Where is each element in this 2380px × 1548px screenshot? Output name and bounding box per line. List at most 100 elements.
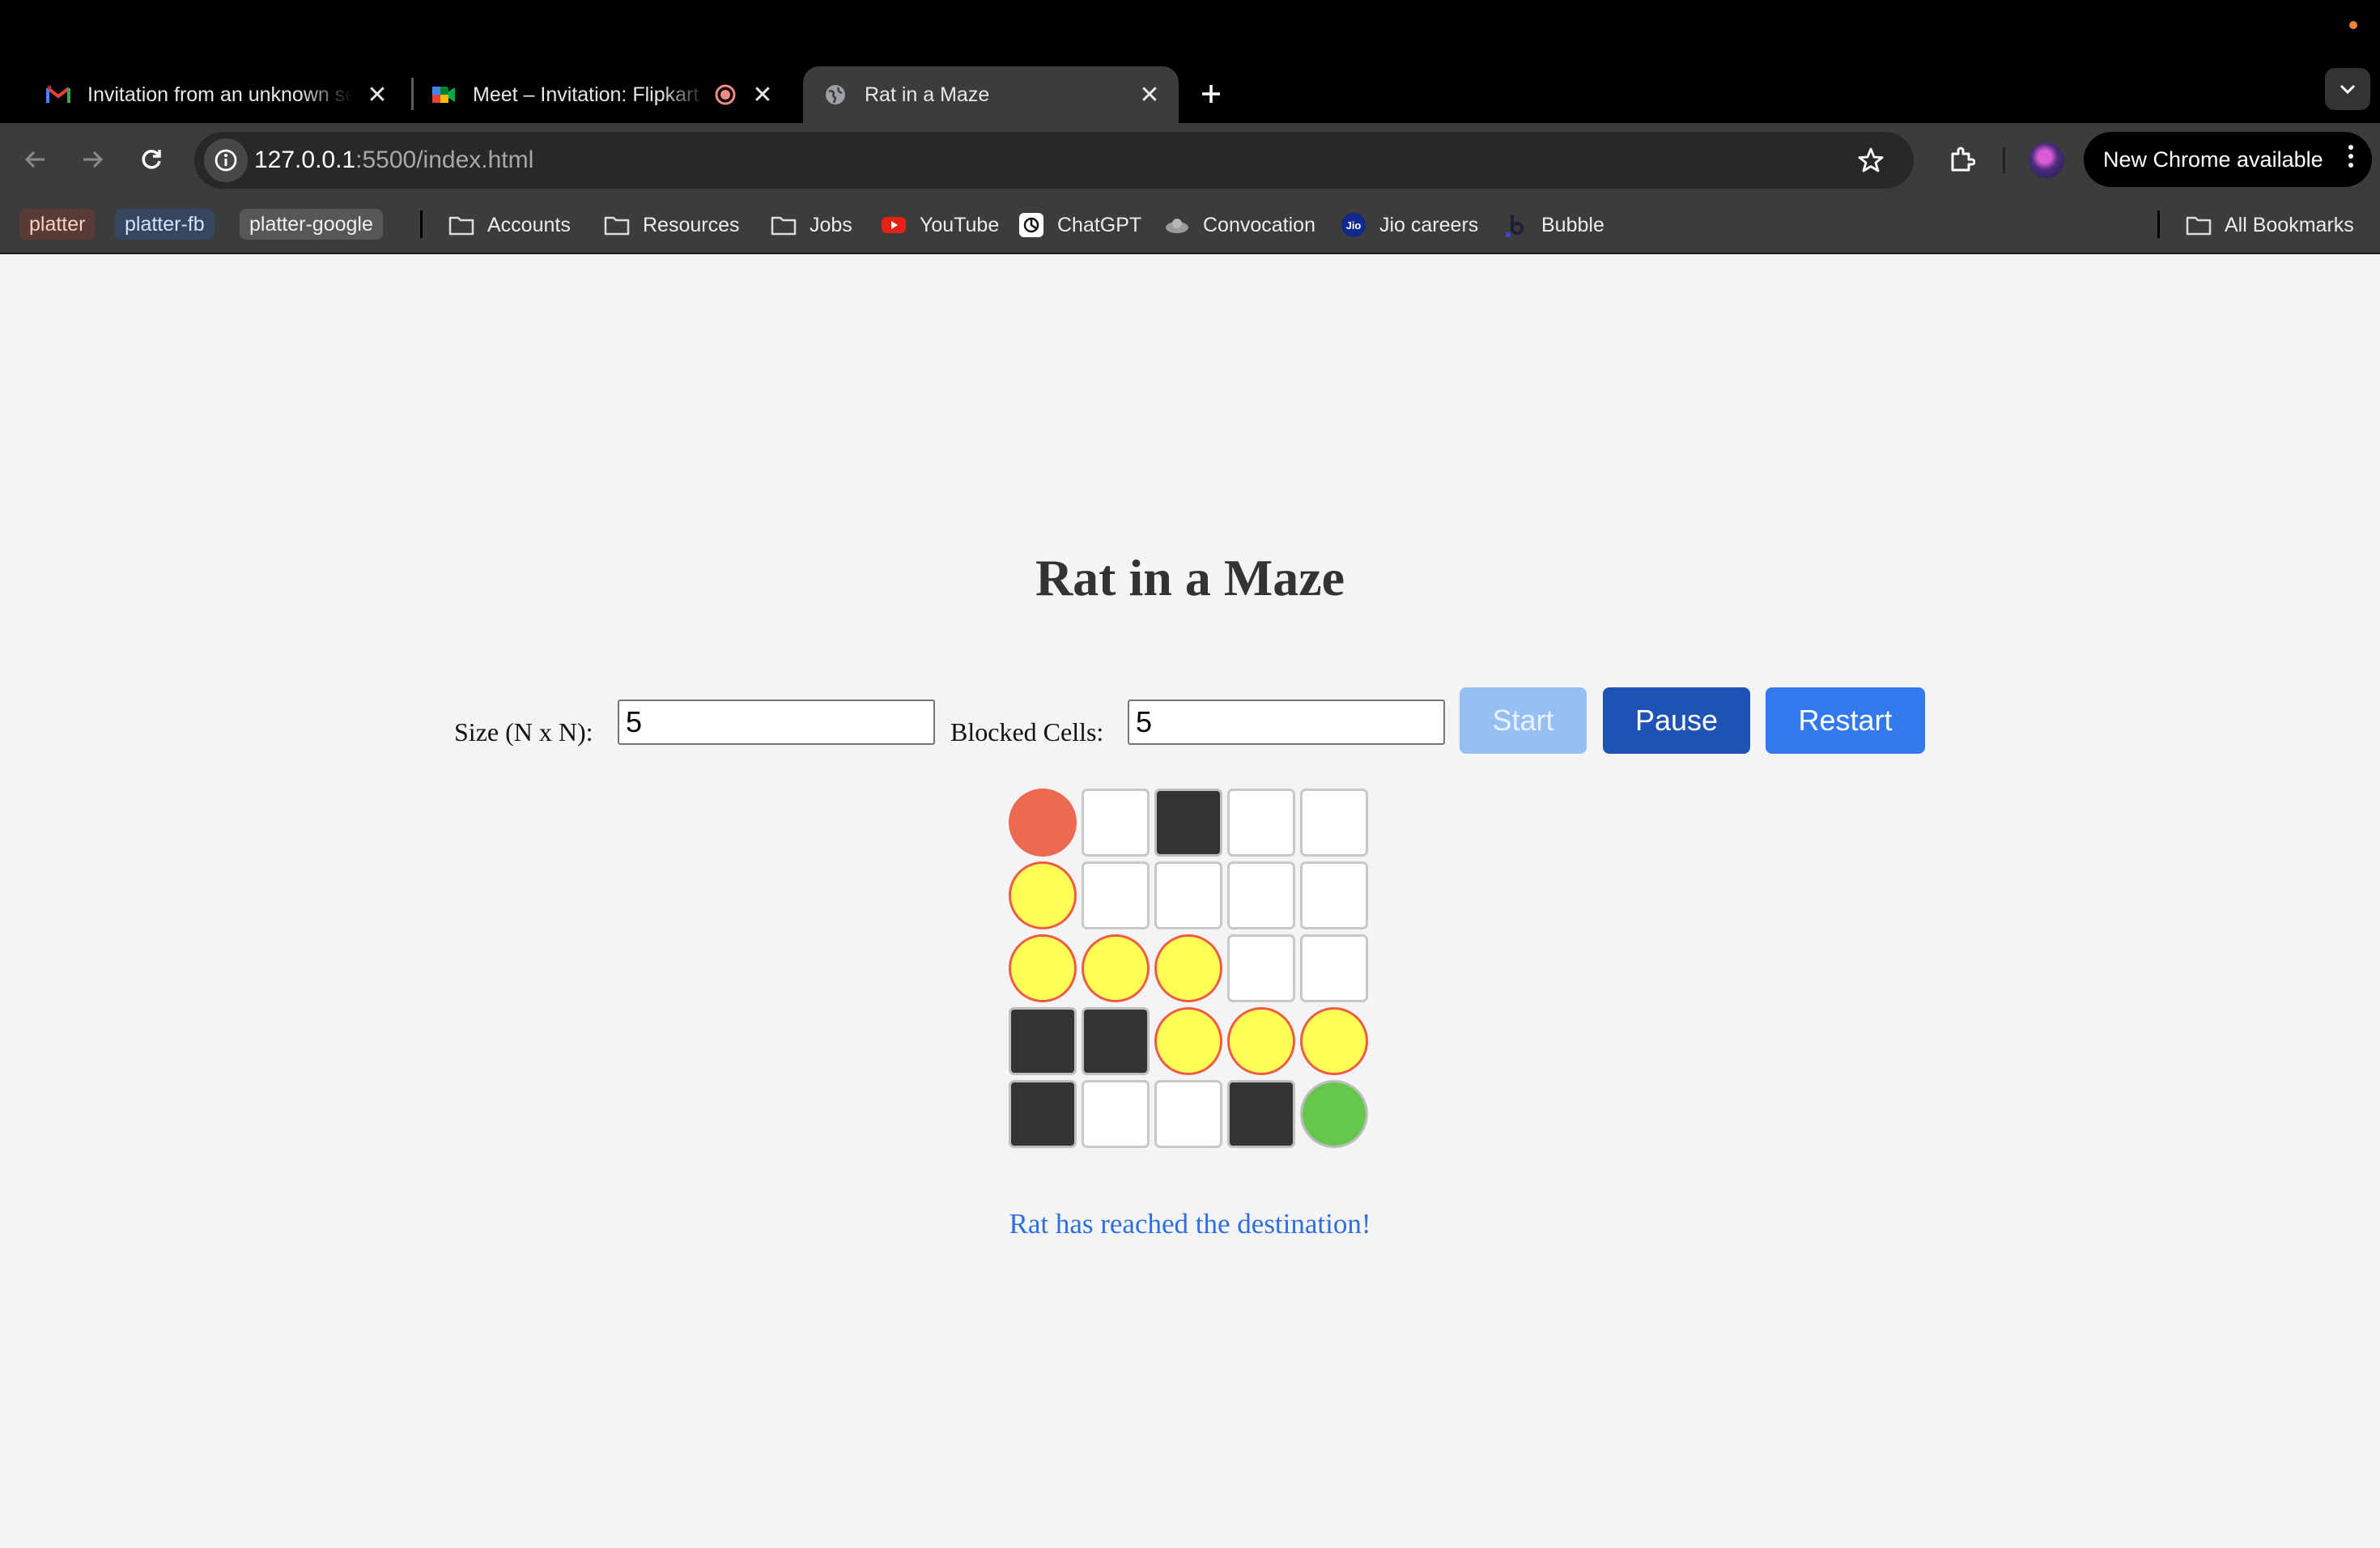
blocked-cell <box>1082 1007 1150 1075</box>
bookmarks-separator <box>2157 211 2160 238</box>
youtube-icon <box>881 212 907 238</box>
all-bookmarks[interactable]: All Bookmarks <box>2186 207 2354 243</box>
bookmark-convocation[interactable]: Convocation <box>1164 207 1315 243</box>
reload-icon[interactable] <box>133 141 170 178</box>
bookmark-label: Jio careers <box>1379 213 1479 236</box>
svg-text:Jio: Jio <box>1346 219 1362 232</box>
cloud-icon <box>1164 212 1190 238</box>
open-cell <box>1082 1080 1150 1148</box>
maze-grid <box>1009 789 1368 1148</box>
bookmarks-separator <box>420 211 423 238</box>
bookmark-youtube[interactable]: YouTube <box>881 207 999 243</box>
open-cell <box>1154 861 1222 929</box>
blocked-cell <box>1227 1080 1295 1148</box>
size-label: Size (N x N): <box>454 717 593 746</box>
bookmark-chip-platter-fb[interactable]: platter-fb <box>115 209 215 240</box>
url-path: :5500/index.html <box>355 147 534 173</box>
tab-rat-in-a-maze[interactable]: Rat in a Maze ✕ <box>803 66 1179 123</box>
path-cell <box>1009 934 1077 1002</box>
bookmark-label: Accounts <box>487 213 571 236</box>
close-tab-icon[interactable]: ✕ <box>1137 82 1162 108</box>
open-cell <box>1300 789 1368 857</box>
close-tab-icon[interactable]: ✕ <box>364 82 390 108</box>
site-info-icon[interactable] <box>204 138 248 182</box>
new-chrome-available-button[interactable]: New Chrome available <box>2084 132 2372 187</box>
blocked-cells-input[interactable] <box>1128 700 1445 745</box>
jio-icon: Jio <box>1341 212 1366 238</box>
path-cell <box>1227 1007 1295 1075</box>
path-cell <box>1300 1007 1368 1075</box>
bookmark-chatgpt[interactable]: ChatGPT <box>1018 207 1141 243</box>
bubble-icon <box>1502 212 1528 238</box>
open-cell <box>1227 934 1295 1002</box>
blocked-cell <box>1154 789 1222 857</box>
rat-cell <box>1009 789 1077 857</box>
browser-chrome: Invitation from an unknown se ✕ Meet – I… <box>0 0 2380 254</box>
bookmark-chip-platter-google[interactable]: platter-google <box>240 209 383 240</box>
folder-icon <box>771 212 797 238</box>
path-cell <box>1154 1007 1222 1075</box>
open-cell <box>1082 861 1150 929</box>
bookmark-label: YouTube <box>920 213 1000 236</box>
bookmark-label: ChatGPT <box>1057 213 1142 236</box>
bookmark-accounts[interactable]: Accounts <box>448 207 571 243</box>
open-cell <box>1227 789 1295 857</box>
open-cell <box>1227 861 1295 929</box>
tab-title: Meet – Invitation: Flipkart <box>473 83 699 106</box>
meet-icon <box>431 82 457 108</box>
bookmark-label: Bubble <box>1541 213 1604 236</box>
blocked-cell <box>1009 1007 1077 1075</box>
page-content: Rat in a Maze Size (N x N): Blocked Cell… <box>0 254 2380 1548</box>
address-bar[interactable]: 127.0.0.1:5500/index.html <box>194 132 1914 189</box>
toolbar-separator <box>2003 147 2005 173</box>
recording-icon <box>712 82 738 108</box>
tab-strip: Invitation from an unknown se ✕ Meet – I… <box>0 0 2380 123</box>
path-cell <box>1009 861 1077 929</box>
more-menu-icon[interactable] <box>2348 145 2354 172</box>
tab-title: Rat in a Maze <box>865 83 990 106</box>
status-message: Rat has reached the destination! <box>1009 1208 1371 1240</box>
bookmark-jobs[interactable]: Jobs <box>771 207 852 243</box>
bookmark-star-icon[interactable] <box>1852 142 1889 179</box>
tab-meet[interactable]: Meet – Invitation: Flipkart ✕ <box>411 66 792 123</box>
gmail-icon <box>45 82 71 108</box>
back-icon[interactable] <box>16 141 53 178</box>
folder-icon <box>2186 212 2212 238</box>
tab-search-button[interactable] <box>2325 68 2370 110</box>
folder-icon <box>448 212 474 238</box>
bookmark-label: Resources <box>643 213 740 236</box>
browser-toolbar: 127.0.0.1:5500/index.html New Chrome ava… <box>0 123 2380 196</box>
blocked-cell <box>1009 1080 1077 1148</box>
extensions-icon[interactable] <box>1943 141 1980 178</box>
recording-indicator <box>2349 21 2357 29</box>
all-bookmarks-label: All Bookmarks <box>2225 213 2354 236</box>
start-button[interactable]: Start <box>1460 687 1587 754</box>
blocked-cells-label: Blocked Cells: <box>950 717 1104 746</box>
bookmark-chip-platter[interactable]: platter <box>19 209 96 240</box>
bookmark-label: Jobs <box>810 213 852 236</box>
tab-title: Invitation from an unknown se <box>87 83 353 106</box>
size-input[interactable] <box>618 700 935 745</box>
profile-avatar[interactable] <box>2029 142 2064 178</box>
tab-gmail[interactable]: Invitation from an unknown se ✕ <box>26 66 406 123</box>
url-text[interactable]: 127.0.0.1:5500/index.html <box>254 132 533 189</box>
open-cell <box>1300 861 1368 929</box>
open-cell <box>1082 789 1150 857</box>
new-tab-icon[interactable] <box>1192 74 1230 113</box>
update-label: New Chrome available <box>2103 147 2323 172</box>
close-tab-icon[interactable]: ✕ <box>750 82 776 108</box>
chatgpt-icon <box>1018 212 1044 238</box>
open-cell <box>1300 934 1368 1002</box>
open-cell <box>1154 1080 1222 1148</box>
bookmark-resources[interactable]: Resources <box>604 207 740 243</box>
restart-button[interactable]: Restart <box>1766 687 1925 754</box>
pause-button[interactable]: Pause <box>1603 687 1750 754</box>
page-title: Rat in a Maze <box>1035 549 1345 606</box>
folder-icon <box>604 212 630 238</box>
globe-icon <box>822 82 848 108</box>
bookmark-bubble[interactable]: Bubble <box>1502 207 1604 243</box>
path-cell <box>1154 934 1222 1002</box>
bookmark-label: Convocation <box>1203 213 1315 236</box>
forward-icon[interactable] <box>74 141 112 178</box>
bookmark-jio-careers[interactable]: Jio Jio careers <box>1341 207 1478 243</box>
